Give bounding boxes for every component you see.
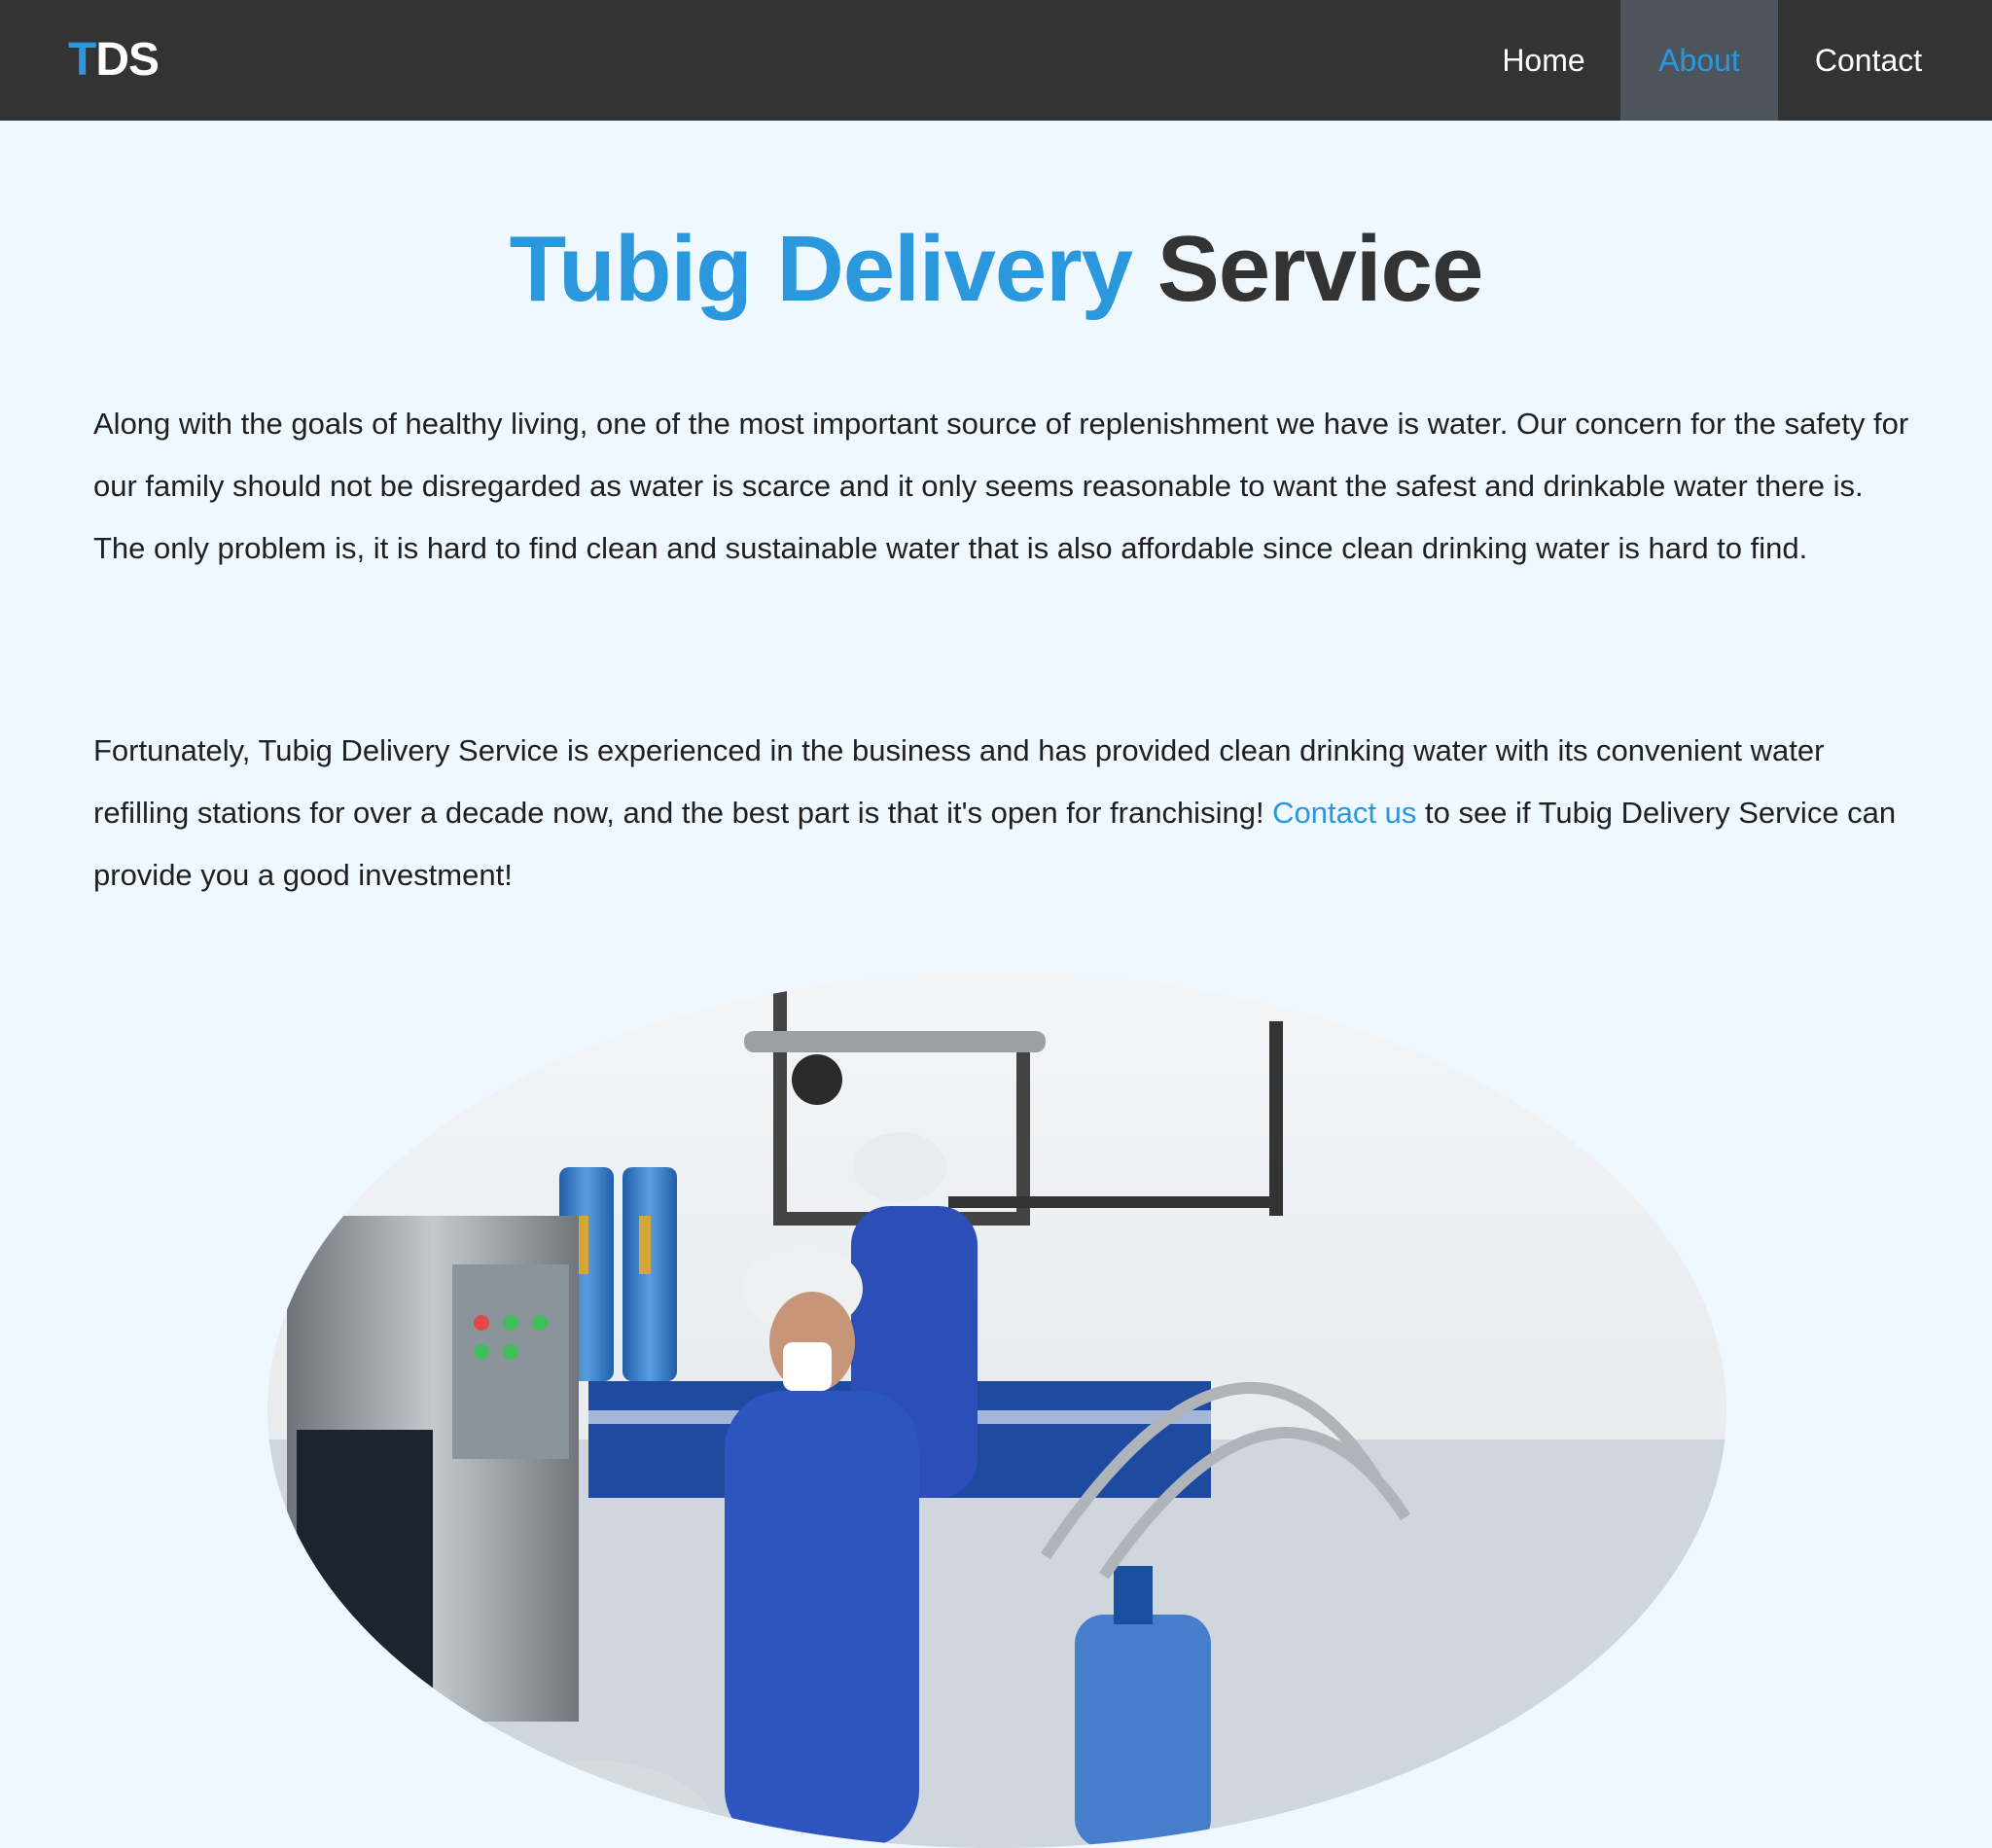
page-title-accent: Tubig Delivery	[509, 217, 1133, 321]
nav-home-link[interactable]: Home	[1467, 0, 1620, 121]
refilling-station-image	[267, 973, 1726, 1848]
refilling-station-photo	[267, 973, 1726, 1848]
nav-about-link[interactable]: About	[1620, 0, 1778, 121]
site-logo[interactable]: TDS	[68, 31, 160, 89]
page-title: Tubig Delivery Service	[0, 216, 1992, 323]
logo-accent-letter: T	[68, 34, 96, 86]
logo-rest: DS	[95, 34, 160, 86]
contact-us-link[interactable]: Contact us	[1272, 796, 1416, 830]
franchise-paragraph: Fortunately, Tubig Delivery Service is e…	[93, 720, 1912, 906]
nav-contact-link[interactable]: Contact	[1778, 0, 1959, 121]
page-title-rest: Service	[1132, 217, 1484, 321]
top-navbar: TDS Home About Contact	[0, 0, 1992, 121]
intro-paragraph: Along with the goals of healthy living, …	[93, 407, 1909, 565]
